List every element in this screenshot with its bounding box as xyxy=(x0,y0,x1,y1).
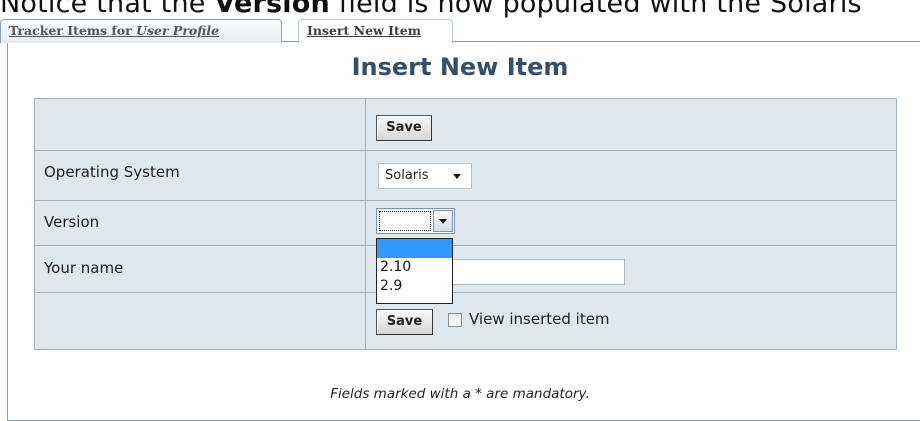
version-label: Version xyxy=(44,213,100,231)
chevron-down-icon xyxy=(453,174,461,179)
your-name-label: Your name xyxy=(44,259,124,277)
tab-tracker-items[interactable]: Tracker Items for User Profile xyxy=(0,19,282,43)
your-name-input[interactable] xyxy=(449,259,625,285)
row-divider xyxy=(35,150,896,151)
row-divider xyxy=(35,292,896,293)
version-dropdown-button[interactable] xyxy=(433,210,453,232)
version-option-2-10[interactable]: 2.10 xyxy=(377,258,452,277)
page-title: Insert New Item xyxy=(351,53,569,81)
row-divider xyxy=(35,200,896,201)
chevron-down-icon xyxy=(439,219,447,224)
view-inserted-checkbox[interactable] xyxy=(448,313,462,327)
tab-tracker-items-label: Tracker Items for xyxy=(9,23,137,38)
tab-insert-new-item[interactable]: Insert New Item xyxy=(298,19,453,43)
version-select-focus xyxy=(379,211,431,231)
version-select[interactable] xyxy=(376,208,455,234)
version-option-2-9[interactable]: 2.9 xyxy=(377,277,452,296)
row-divider xyxy=(35,245,896,246)
operating-system-label: Operating System xyxy=(44,163,180,181)
operating-system-select[interactable]: Solaris xyxy=(378,163,472,189)
tab-insert-new-item-label: Insert New Item xyxy=(307,23,421,38)
caption-text: Notice that the Version field is now pop… xyxy=(0,0,862,19)
save-button-top[interactable]: Save xyxy=(376,115,432,141)
column-divider xyxy=(365,99,366,349)
save-button-bottom[interactable]: Save xyxy=(376,309,433,335)
caption-suffix: field is now populated with the Solaris xyxy=(329,0,862,19)
operating-system-value: Solaris xyxy=(385,168,429,183)
version-option-empty[interactable] xyxy=(377,239,452,258)
mandatory-fields-note: Fields marked with a * are mandatory. xyxy=(330,386,590,402)
tab-tracker-items-emphasis: User Profile xyxy=(136,23,220,38)
caption-prefix: Notice that the xyxy=(0,0,215,19)
version-dropdown-list: 2.10 2.9 xyxy=(376,238,453,304)
view-inserted-label: View inserted item xyxy=(469,310,610,328)
form-table: Save Operating System Solaris Version Yo… xyxy=(34,98,897,350)
caption-field-name: Version xyxy=(214,0,330,19)
